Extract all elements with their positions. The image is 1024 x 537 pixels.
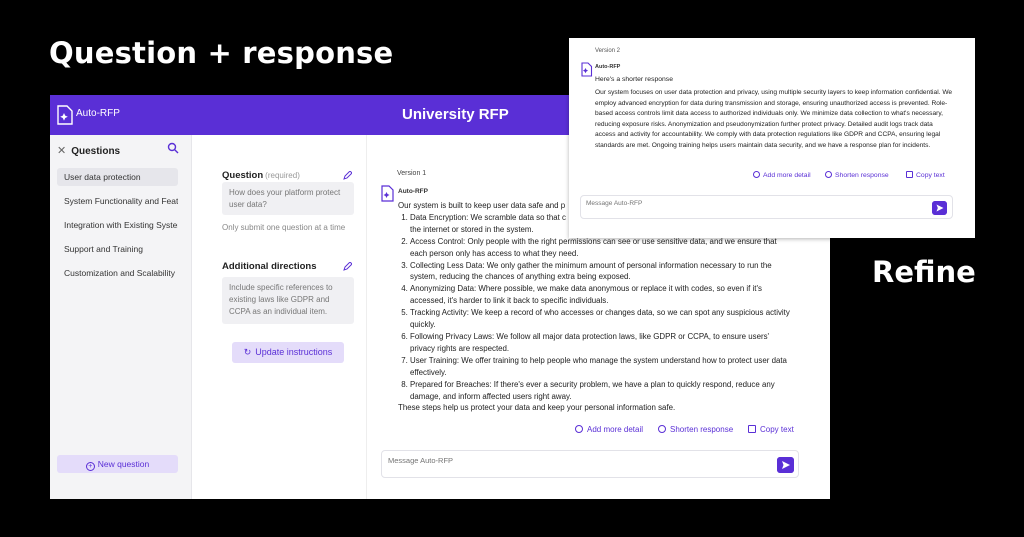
sidebar-title: Questions [71, 146, 121, 157]
logo-icon [57, 105, 73, 125]
bot-name: Auto-RFP [595, 64, 621, 70]
add-more-detail-label: Add more detail [763, 172, 811, 179]
search-icon[interactable] [167, 142, 179, 154]
send-icon[interactable] [777, 457, 794, 473]
version-label: Version 1 [397, 170, 427, 177]
plus-circle-icon [753, 171, 760, 178]
response-outro: These steps help us protect your data an… [398, 403, 676, 413]
question-field[interactable]: How does your platform protect user data… [222, 182, 354, 215]
sidebar-header: ✕ Questions [57, 144, 120, 157]
list-item-text: the internet or stored in the system. [410, 224, 534, 234]
headline-refine: Refine [872, 255, 976, 289]
question-form: Question (required) How does your platfor… [192, 135, 367, 499]
list-item-text: Data Encryption: We scramble data so tha… [410, 212, 566, 222]
minus-circle-icon [658, 425, 666, 433]
add-more-detail-button[interactable]: Add more detail [575, 425, 643, 434]
headline-question-response: Question + response [49, 36, 394, 70]
sidebar-item-system-functionality[interactable]: System Functionality and Featu [57, 192, 178, 210]
plus-icon: + [85, 462, 95, 471]
shorter-response-text: Our system focuses on user data protecti… [595, 89, 953, 149]
list-item: Tracking Activity: We keep a record of w… [410, 307, 793, 331]
question-label: Question (required) [222, 170, 300, 181]
list-item: Prepared for Breaches: If there's ever a… [410, 379, 793, 403]
message-box [381, 450, 799, 478]
pencil-icon[interactable] [343, 262, 352, 271]
update-instructions-button[interactable]: ↻ Update instructions [232, 342, 344, 363]
sidebar-item-support-training[interactable]: Support and Training [57, 240, 178, 258]
bot-avatar-icon [581, 62, 593, 77]
add-more-detail-label: Add more detail [587, 425, 644, 434]
sidebar-item-customization[interactable]: Customization and Scalability [57, 264, 178, 282]
list-item: Anonymizing Data: Where possible, we mak… [410, 283, 793, 307]
copy-text-button[interactable]: Copy text [748, 425, 794, 434]
questions-sidebar: ✕ Questions User data protection System F… [50, 135, 192, 499]
copy-text-label: Copy text [916, 172, 945, 179]
shorten-response-button[interactable]: Shorten response [658, 425, 733, 434]
close-icon[interactable]: ✕ [57, 145, 66, 157]
list-item: Collecting Less Data: We only gather the… [410, 260, 793, 284]
bot-avatar-icon [381, 185, 394, 202]
add-more-detail-button[interactable]: Add more detail [753, 171, 811, 179]
send-icon[interactable] [932, 201, 947, 215]
pencil-icon[interactable] [343, 171, 352, 180]
question-label-text: Question [222, 170, 264, 181]
bot-name: Auto-RFP [398, 188, 428, 195]
brand-name: Auto-RFP [76, 108, 120, 119]
directions-field[interactable]: Include specific references to existing … [222, 277, 354, 324]
message-box [580, 195, 953, 219]
list-item: Access Control: Only people with the rig… [410, 236, 793, 260]
copy-icon [748, 425, 756, 433]
shorten-response-label: Shorten response [670, 425, 734, 434]
refine-panel: Version 2 Auto-RFP Here's a shorter resp… [569, 38, 975, 238]
sidebar-item-user-data-protection[interactable]: User data protection [57, 168, 178, 186]
page-title: University RFP [402, 106, 509, 123]
update-instructions-label: Update instructions [255, 347, 333, 357]
minus-circle-icon [825, 171, 832, 178]
plus-circle-icon [575, 425, 583, 433]
sidebar-item-integration[interactable]: Integration with Existing System [57, 216, 178, 234]
copy-text-button[interactable]: Copy text [906, 171, 945, 179]
version-label: Version 2 [595, 48, 621, 54]
new-question-label: New question [97, 459, 150, 469]
message-input[interactable] [586, 200, 916, 207]
shorter-response-heading: Here's a shorter response [595, 76, 673, 83]
shorten-response-label: Shorten response [835, 172, 889, 179]
copy-icon [906, 171, 913, 178]
new-question-button[interactable]: + New question [57, 455, 178, 473]
question-hint: Only submit one question at a time [222, 223, 346, 232]
message-input[interactable] [388, 456, 768, 465]
list-item: User Training: We offer training to help… [410, 355, 793, 379]
refresh-icon: ↻ [243, 347, 252, 357]
required-tag: (required) [265, 171, 300, 180]
response-list: Data Encryption: We scramble data so tha… [398, 212, 793, 403]
list-item: Following Privacy Laws: We follow all ma… [410, 331, 793, 355]
directions-label: Additional directions [222, 261, 317, 272]
copy-text-label: Copy text [760, 425, 794, 434]
shorten-response-button[interactable]: Shorten response [825, 171, 889, 179]
